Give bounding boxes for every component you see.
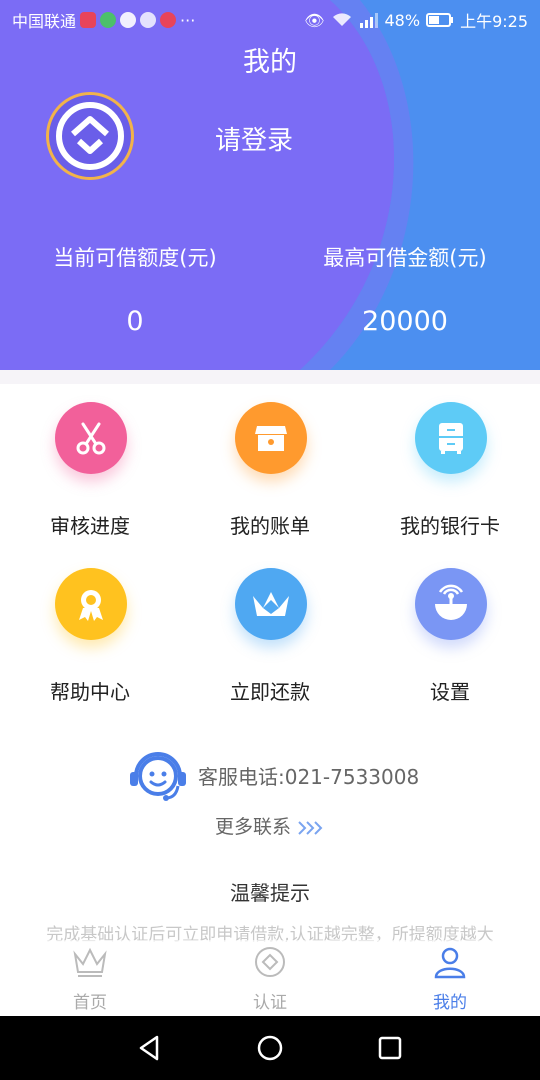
profile-header: 中国联通 ··· 👁 48% 上午9:25 我的 请登录 当前可借额度(元) 0… — [0, 0, 540, 370]
system-nav-bar — [0, 1016, 540, 1080]
max-credit-value: 20000 — [362, 306, 448, 337]
current-credit-label: 当前可借额度(元) — [53, 246, 217, 270]
tab-verify[interactable]: 认证 — [180, 940, 360, 1016]
bill-box-icon — [235, 402, 307, 474]
cabinet-icon — [415, 402, 487, 474]
chat-icon — [120, 12, 137, 28]
recent-apps-icon[interactable] — [375, 1033, 405, 1063]
menu-label: 立即还款 — [230, 680, 310, 704]
user-icon — [434, 947, 466, 979]
app-notification-icon — [80, 12, 97, 28]
tab-label: 我的 — [433, 993, 467, 1013]
award-icon — [55, 568, 127, 640]
current-credit: 当前可借额度(元) 0 — [30, 242, 240, 337]
app-notification-icon — [100, 12, 117, 28]
max-credit-label: 最高可借金额(元) — [323, 246, 487, 270]
crown-outline-icon — [73, 947, 107, 977]
customer-service-phone: 客服电话:021-7533008 — [198, 764, 420, 789]
current-credit-value: 0 — [126, 306, 144, 337]
clock-time: 上午9:25 — [460, 12, 528, 31]
carrier-text: 中国联通 — [12, 12, 77, 31]
menu-help-center[interactable]: 帮助中心 — [0, 550, 180, 704]
menu-review-progress[interactable]: 审核进度 — [0, 384, 180, 538]
menu-label: 我的银行卡 — [400, 514, 500, 538]
menu-my-bill[interactable]: 我的账单 — [180, 384, 360, 538]
tab-label: 认证 — [253, 993, 287, 1013]
antenna-icon — [415, 568, 487, 640]
page-title: 我的 — [243, 47, 297, 78]
menu-settings[interactable]: 设置 — [360, 550, 540, 704]
customer-service-icon — [130, 752, 186, 801]
video-app-icon — [160, 12, 177, 28]
menu-label: 我的账单 — [230, 514, 310, 538]
tab-label: 首页 — [73, 993, 107, 1013]
battery-percent: 48% — [384, 10, 421, 30]
menu-label: 审核进度 — [50, 514, 130, 538]
tab-home[interactable]: 首页 — [0, 940, 180, 1016]
app-notification-icon — [140, 12, 157, 28]
menu-repay-now[interactable]: 立即还款 — [180, 550, 360, 704]
more-notifications-icon: ··· — [180, 10, 196, 30]
max-credit: 最高可借金额(元) 20000 — [300, 242, 510, 337]
home-icon[interactable] — [255, 1033, 285, 1063]
more-contact-link[interactable]: 更多联系 — [0, 812, 540, 839]
bottom-tab-bar: 首页 认证 我的 — [0, 940, 540, 1016]
signal-icon — [359, 13, 378, 28]
app-logo-icon — [56, 102, 124, 170]
customer-service[interactable]: 客服电话:021-7533008 — [126, 745, 419, 805]
menu-my-bank-card[interactable]: 我的银行卡 — [360, 384, 540, 538]
badge-outline-icon — [255, 947, 285, 977]
section-divider — [0, 370, 540, 384]
tab-mine[interactable]: 我的 — [360, 940, 540, 1016]
double-chevron-right-icon — [298, 820, 323, 835]
avatar[interactable] — [46, 92, 134, 180]
menu-label: 帮助中心 — [50, 680, 130, 704]
eye-icon: 👁 — [304, 10, 325, 30]
menu-label: 设置 — [430, 680, 470, 704]
crown-icon — [235, 568, 307, 640]
scissors-icon — [55, 402, 127, 474]
battery-icon — [426, 13, 454, 27]
tips-title: 温馨提示 — [230, 881, 310, 905]
status-bar: 中国联通 ··· 👁 48% 上午9:25 — [0, 0, 540, 36]
back-icon[interactable] — [135, 1033, 165, 1063]
login-link[interactable]: 请登录 — [215, 120, 293, 157]
wifi-icon — [332, 13, 351, 26]
more-contact-label: 更多联系 — [214, 816, 291, 838]
